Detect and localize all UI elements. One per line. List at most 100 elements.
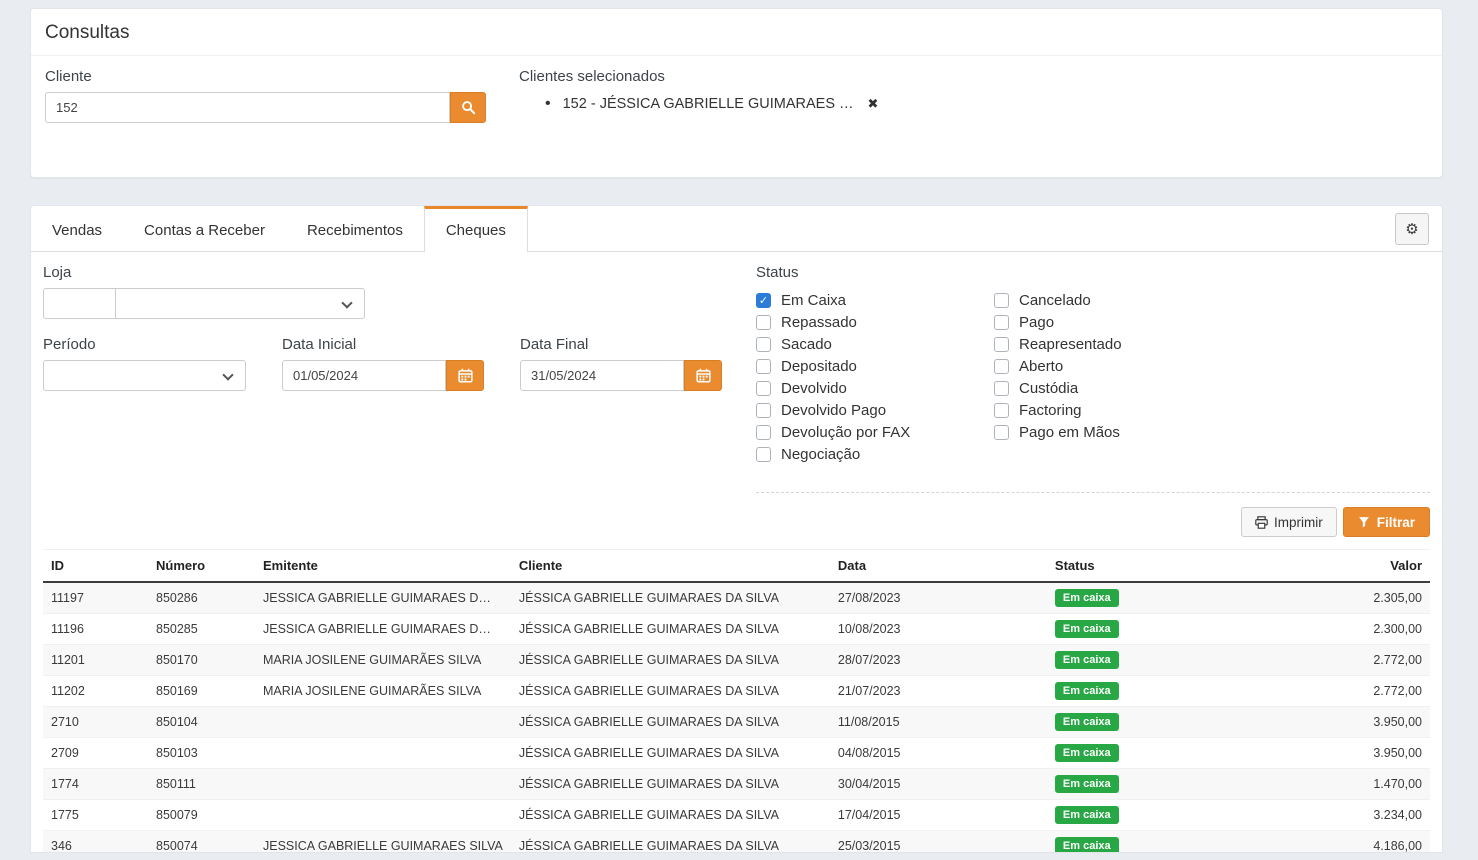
status-option: Devolvido Pago bbox=[756, 399, 994, 421]
remove-client-icon[interactable]: ✖ bbox=[868, 96, 879, 112]
data-final-calendar-button[interactable] bbox=[684, 360, 722, 391]
cell-numero: 850286 bbox=[148, 582, 255, 613]
data-inicial-label: Data Inicial bbox=[282, 336, 484, 353]
bullet-icon: • bbox=[545, 95, 551, 113]
checkbox-em-caixa[interactable]: ✓ bbox=[756, 293, 771, 308]
cell-numero: 850111 bbox=[148, 768, 255, 799]
status-option-label: Pago em Mãos bbox=[1019, 424, 1120, 441]
checkbox-custódia[interactable] bbox=[994, 381, 1009, 396]
cell-numero: 850074 bbox=[148, 830, 255, 852]
tab-contas-a-receber[interactable]: Contas a Receber bbox=[123, 206, 286, 251]
status-badge: Em caixa bbox=[1055, 620, 1119, 638]
status-option: Aberto bbox=[994, 355, 1122, 377]
table-row[interactable]: 11202850169MARIA JOSILENE GUIMARÃES SILV… bbox=[43, 675, 1430, 706]
imprimir-button[interactable]: Imprimir bbox=[1241, 507, 1337, 537]
cliente-search-button[interactable] bbox=[450, 92, 486, 123]
cell-data: 28/07/2023 bbox=[830, 644, 1047, 675]
checkbox-aberto[interactable] bbox=[994, 359, 1009, 374]
periodo-select[interactable] bbox=[43, 360, 246, 391]
cell-numero: 850103 bbox=[148, 737, 255, 768]
filtrar-button[interactable]: Filtrar bbox=[1343, 507, 1430, 537]
status-column-2: CanceladoPagoReapresentadoAbertoCustódia… bbox=[994, 289, 1122, 465]
cell-cliente: JÉSSICA GABRIELLE GUIMARAES DA SILVA bbox=[511, 706, 830, 737]
results-panel: VendasContas a ReceberRecebimentosCheque… bbox=[30, 205, 1443, 852]
tabbar: VendasContas a ReceberRecebimentosCheque… bbox=[31, 206, 1442, 252]
col-header-emitente: Emitente bbox=[255, 550, 511, 583]
selected-client-text: 152 - JÉSSICA GABRIELLE GUIMARAES … bbox=[563, 96, 854, 112]
cell-emitente bbox=[255, 799, 511, 830]
cell-id: 11197 bbox=[43, 582, 148, 613]
table-row[interactable]: 1775850079JÉSSICA GABRIELLE GUIMARAES DA… bbox=[43, 799, 1430, 830]
status-option: Repassado bbox=[756, 311, 994, 333]
table-row[interactable]: 11196850285JESSICA GABRIELLE GUIMARAES D… bbox=[43, 613, 1430, 644]
status-option: ✓ Em Caixa bbox=[756, 289, 994, 311]
chevron-down-icon bbox=[222, 369, 233, 380]
table-row[interactable]: 346850074JESSICA GABRIELLE GUIMARAES SIL… bbox=[43, 830, 1430, 852]
cell-id: 2710 bbox=[43, 706, 148, 737]
checkbox-negociação[interactable] bbox=[756, 447, 771, 462]
cell-data: 25/03/2015 bbox=[830, 830, 1047, 852]
status-badge: Em caixa bbox=[1055, 713, 1119, 731]
data-inicial-input[interactable] bbox=[282, 360, 446, 391]
cheques-table: ID Número Emitente Cliente Data Status V… bbox=[43, 549, 1430, 852]
tab-vendas[interactable]: Vendas bbox=[31, 206, 123, 251]
tab-cheques[interactable]: Cheques bbox=[424, 206, 528, 252]
filtrar-label: Filtrar bbox=[1377, 515, 1415, 530]
table-row[interactable]: 11201850170MARIA JOSILENE GUIMARÃES SILV… bbox=[43, 644, 1430, 675]
data-final-input[interactable] bbox=[520, 360, 684, 391]
settings-button[interactable]: ⚙ bbox=[1395, 213, 1429, 245]
status-option: Depositado bbox=[756, 355, 994, 377]
checkbox-sacado[interactable] bbox=[756, 337, 771, 352]
consultas-panel: Consultas Cliente Clientes selecionados bbox=[30, 8, 1443, 178]
checkbox-pago[interactable] bbox=[994, 315, 1009, 330]
checkbox-cancelado[interactable] bbox=[994, 293, 1009, 308]
checkbox-repassado[interactable] bbox=[756, 315, 771, 330]
clientes-selecionados-label: Clientes selecionados bbox=[519, 68, 878, 85]
loja-code-input[interactable] bbox=[43, 288, 116, 319]
status-option-label: Sacado bbox=[781, 336, 832, 353]
cell-emitente bbox=[255, 737, 511, 768]
cell-data: 11/08/2015 bbox=[830, 706, 1047, 737]
cell-cliente: JÉSSICA GABRIELLE GUIMARAES DA SILVA bbox=[511, 675, 830, 706]
table-header-row: ID Número Emitente Cliente Data Status V… bbox=[43, 550, 1430, 583]
status-option: Cancelado bbox=[994, 289, 1122, 311]
status-option-label: Devolvido bbox=[781, 380, 847, 397]
gear-icon: ⚙ bbox=[1405, 220, 1418, 238]
status-option-label: Reapresentado bbox=[1019, 336, 1122, 353]
table-row[interactable]: 1774850111JÉSSICA GABRIELLE GUIMARAES DA… bbox=[43, 768, 1430, 799]
tab-recebimentos[interactable]: Recebimentos bbox=[286, 206, 424, 251]
checkbox-reapresentado[interactable] bbox=[994, 337, 1009, 352]
checkbox-factoring[interactable] bbox=[994, 403, 1009, 418]
status-badge: Em caixa bbox=[1055, 744, 1119, 762]
status-option-label: Custódia bbox=[1019, 380, 1078, 397]
cell-cliente: JÉSSICA GABRIELLE GUIMARAES DA SILVA bbox=[511, 644, 830, 675]
status-column-1: ✓ Em Caixa Repassado Sacado Depositado Devolv… bbox=[756, 289, 994, 465]
cell-emitente bbox=[255, 706, 511, 737]
status-option-label: Factoring bbox=[1019, 402, 1082, 419]
cell-status: Em caixa bbox=[1047, 644, 1255, 675]
table-row[interactable]: 11197850286JESSICA GABRIELLE GUIMARAES D… bbox=[43, 582, 1430, 613]
checkbox-devolução-por-fax[interactable] bbox=[756, 425, 771, 440]
loja-label: Loja bbox=[43, 264, 738, 281]
col-header-cliente: Cliente bbox=[511, 550, 830, 583]
status-badge: Em caixa bbox=[1055, 682, 1119, 700]
status-option-label: Em Caixa bbox=[781, 292, 846, 309]
data-inicial-calendar-button[interactable] bbox=[446, 360, 484, 391]
col-header-valor: Valor bbox=[1255, 550, 1430, 583]
status-option-label: Aberto bbox=[1019, 358, 1063, 375]
table-row[interactable]: 2710850104JÉSSICA GABRIELLE GUIMARAES DA… bbox=[43, 706, 1430, 737]
cell-status: Em caixa bbox=[1047, 706, 1255, 737]
col-header-numero: Número bbox=[148, 550, 255, 583]
checkbox-devolvido-pago[interactable] bbox=[756, 403, 771, 418]
table-row[interactable]: 2709850103JÉSSICA GABRIELLE GUIMARAES DA… bbox=[43, 737, 1430, 768]
status-option-label: Devolução por FAX bbox=[781, 424, 910, 441]
selected-client-item: • 152 - JÉSSICA GABRIELLE GUIMARAES … ✖ bbox=[545, 95, 878, 113]
loja-select[interactable] bbox=[115, 288, 365, 319]
cell-cliente: JÉSSICA GABRIELLE GUIMARAES DA SILVA bbox=[511, 768, 830, 799]
checkbox-depositado[interactable] bbox=[756, 359, 771, 374]
cliente-search-input[interactable] bbox=[45, 92, 450, 123]
checkbox-devolvido[interactable] bbox=[756, 381, 771, 396]
cell-valor: 2.772,00 bbox=[1255, 675, 1430, 706]
status-badge: Em caixa bbox=[1055, 775, 1119, 793]
checkbox-pago-em-mãos[interactable] bbox=[994, 425, 1009, 440]
